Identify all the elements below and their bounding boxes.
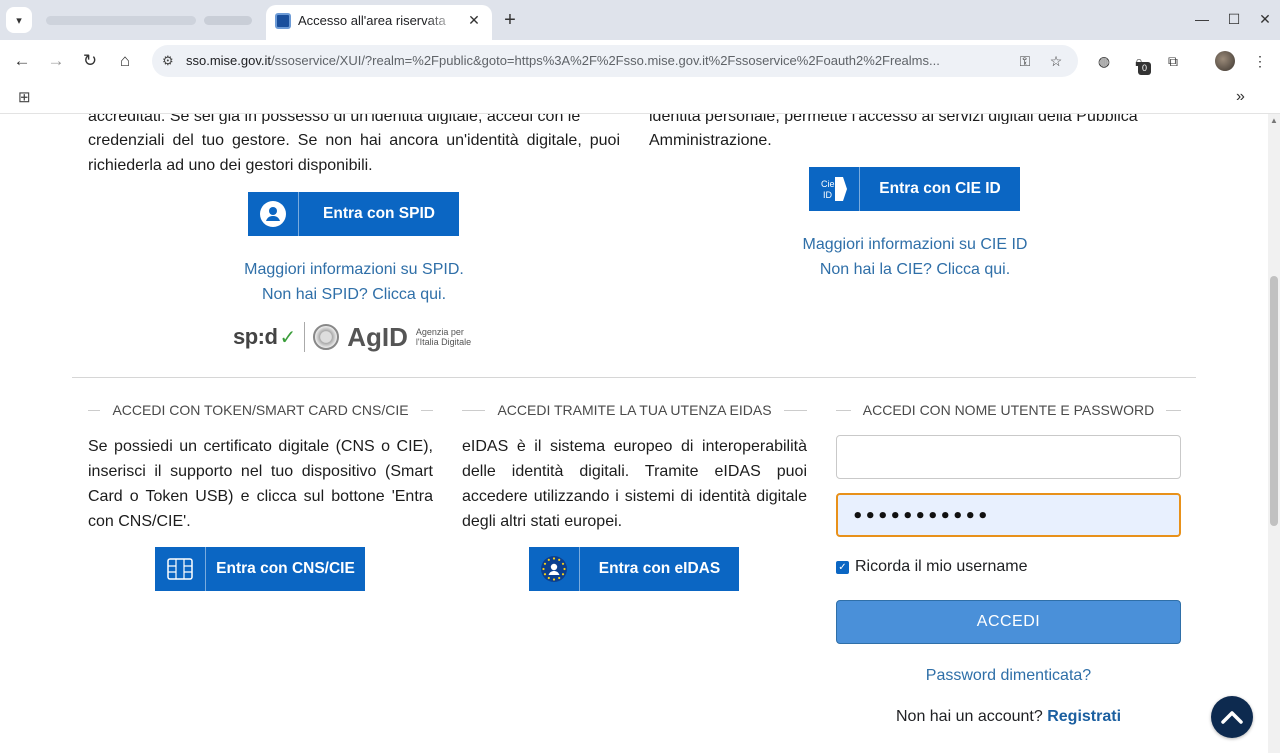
title-rule xyxy=(462,409,486,411)
minimize-icon[interactable]: — xyxy=(1191,8,1213,30)
cns-login-button[interactable]: Entra con CNS/CIE xyxy=(155,547,365,591)
extension-icon[interactable]: ◍ xyxy=(1094,51,1114,71)
eidas-description: eIDAS è il sistema europeo di interopera… xyxy=(462,438,807,530)
url-text[interactable]: sso.mise.gov.it/ssoservice/XUI/?realm=%2… xyxy=(186,53,1006,68)
spid-intro: credenziali del tuo gestore. Se non hai … xyxy=(88,132,620,174)
new-tab-button[interactable]: + xyxy=(498,8,522,32)
logo-divider xyxy=(304,322,306,352)
title-rule xyxy=(1166,409,1181,411)
login-title-text: ACCEDI CON NOME UTENTE E PASSWORD xyxy=(862,402,1155,418)
eu-stars-icon xyxy=(529,547,580,591)
accedi-button[interactable]: ACCEDI xyxy=(836,600,1181,644)
no-cie-link[interactable]: Non hai la CIE? Clicca qui. xyxy=(749,257,1081,282)
address-bar[interactable]: ⚙ sso.mise.gov.it/ssoservice/XUI/?realm=… xyxy=(152,45,1078,77)
title-rule xyxy=(420,409,434,411)
close-window-icon[interactable]: ✕ xyxy=(1254,8,1276,30)
key-icon[interactable]: ⚿ xyxy=(1016,52,1034,70)
eidas-section-title: ACCEDI TRAMITE LA TUA UTENZA EIDAS xyxy=(462,401,808,419)
user-icon xyxy=(248,192,299,236)
site-info-icon[interactable]: ⚙ xyxy=(162,53,174,69)
bookmarks-bar: ⊞ » xyxy=(0,82,1280,114)
browser-toolbar: ← → ↻ ⌂ ⚙ sso.mise.gov.it/ssoservice/XUI… xyxy=(0,40,1280,82)
username-field[interactable] xyxy=(836,435,1181,479)
scrollbar-thumb[interactable] xyxy=(1270,276,1278,526)
forward-icon[interactable]: → xyxy=(44,49,68,73)
remember-checkbox[interactable]: ✓ xyxy=(836,560,849,574)
svg-text:ID: ID xyxy=(823,190,833,200)
tab-search-button[interactable]: ▾ xyxy=(6,7,32,33)
no-spid-link[interactable]: Non hai SPID? Clicca qui. xyxy=(188,282,520,307)
agid-logo-subtitle: Agenzia per l'Italia Digitale xyxy=(416,327,471,347)
eidas-title-text: ACCEDI TRAMITE LA TUA UTENZA EIDAS xyxy=(497,402,772,418)
title-rule xyxy=(88,409,101,411)
checkmark-icon: ✓ xyxy=(279,326,297,349)
bookmarks-more-icon[interactable]: » xyxy=(1236,88,1245,106)
extensions-puzzle-icon[interactable]: ⧉ xyxy=(1163,51,1183,71)
agid-sub-line1: Agenzia per xyxy=(415,327,464,337)
tab-title-redacted xyxy=(46,16,196,25)
password-field[interactable]: ••••••••••• xyxy=(836,493,1181,537)
tab-active[interactable]: Accesso all'area riservata ✕ xyxy=(266,5,492,40)
cie-info-link[interactable]: Maggiori informazioni su CIE ID xyxy=(749,232,1081,257)
url-path: /ssoservice/XUI/?realm=%2Fpublic&goto=ht… xyxy=(271,53,940,68)
favicon-icon xyxy=(275,13,291,29)
cns-title-text: ACCEDI CON TOKEN/SMART CARD CNS/CIE xyxy=(112,402,409,418)
extension-badge: 0 xyxy=(1138,62,1151,75)
spid-button-label: Entra con SPID xyxy=(323,205,435,222)
page-viewport: accreditati. Se sei già in possesso di u… xyxy=(0,114,1268,753)
title-rule xyxy=(783,409,808,411)
cie-login-button[interactable]: Cie ID Entra con CIE ID xyxy=(809,167,1020,211)
login-section-title: ACCEDI CON NOME UTENTE E PASSWORD xyxy=(836,401,1181,419)
cns-button-label: Entra con CNS/CIE xyxy=(216,560,355,577)
scroll-up-icon[interactable]: ▲ xyxy=(1270,116,1278,125)
bookmark-star-icon[interactable]: ☆ xyxy=(1047,52,1065,70)
menu-dots-icon[interactable]: ⋮ xyxy=(1250,51,1270,71)
section-divider xyxy=(72,377,1196,378)
close-tab-icon[interactable]: ✕ xyxy=(464,10,484,30)
cns-description: Se possiedi un certificato digitale (CNS… xyxy=(88,438,433,530)
register-link[interactable]: Registrati xyxy=(1047,708,1121,725)
cie-button-label: Entra con CIE ID xyxy=(879,180,1001,197)
back-to-top-button[interactable] xyxy=(1211,696,1253,738)
profile-avatar[interactable] xyxy=(1215,51,1235,71)
svg-text:Cie: Cie xyxy=(821,179,835,189)
remember-username[interactable]: ✓ Ricorda il mio username xyxy=(836,558,1028,576)
spid-agid-logo: sp:d ✓ AgID Agenzia per l'Italia Digitale xyxy=(233,320,471,354)
cns-section-title: ACCEDI CON TOKEN/SMART CARD CNS/CIE xyxy=(88,401,434,419)
agid-logo-text: AgID xyxy=(347,321,408,352)
password-mask: ••••••••••• xyxy=(852,506,990,527)
title-rule xyxy=(836,409,851,411)
cie-intro: Amministrazione. xyxy=(649,132,772,149)
spid-logo-text: sp:d xyxy=(233,324,278,349)
home-icon[interactable]: ⌂ xyxy=(113,49,137,73)
reload-icon[interactable]: ↻ xyxy=(78,49,102,73)
maximize-icon[interactable]: ☐ xyxy=(1223,8,1245,30)
back-icon[interactable]: ← xyxy=(10,49,34,73)
page-scrollbar[interactable]: ▲ xyxy=(1268,114,1280,753)
tab-title: Accesso all'area riservata xyxy=(298,13,446,28)
tab-inactive[interactable] xyxy=(36,6,262,34)
republic-emblem-icon xyxy=(313,324,340,350)
forgot-password-link[interactable]: Password dimenticata? xyxy=(836,663,1181,688)
cie-intro-cut: identità personale, permette l'accesso a… xyxy=(649,114,1138,124)
agid-sub-line2: l'Italia Digitale xyxy=(415,337,472,347)
tab-strip: ▾ Accesso all'area riservata ✕ + — ☐ ✕ xyxy=(0,0,1280,40)
spid-login-button[interactable]: Entra con SPID xyxy=(248,192,459,236)
apps-grid-icon[interactable]: ⊞ xyxy=(18,90,34,106)
remember-label: Ricorda il mio username xyxy=(855,558,1028,575)
cie-id-icon: Cie ID xyxy=(809,167,860,211)
url-host: sso.mise.gov.it xyxy=(186,53,272,68)
spid-intro-cut: accreditati. Se sei già in possesso di u… xyxy=(88,114,581,124)
eidas-login-button[interactable]: Entra con eIDAS xyxy=(529,547,739,591)
no-account-text: Non hai un account? xyxy=(895,708,1043,725)
tab-title-redacted xyxy=(204,16,252,25)
spid-info-link[interactable]: Maggiori informazioni su SPID. xyxy=(188,257,520,282)
eidas-button-label: Entra con eIDAS xyxy=(598,560,721,577)
register-prompt: Non hai un account? Registrati xyxy=(836,708,1181,726)
smart-card-icon xyxy=(155,547,206,591)
chevron-up-icon xyxy=(1221,711,1243,724)
